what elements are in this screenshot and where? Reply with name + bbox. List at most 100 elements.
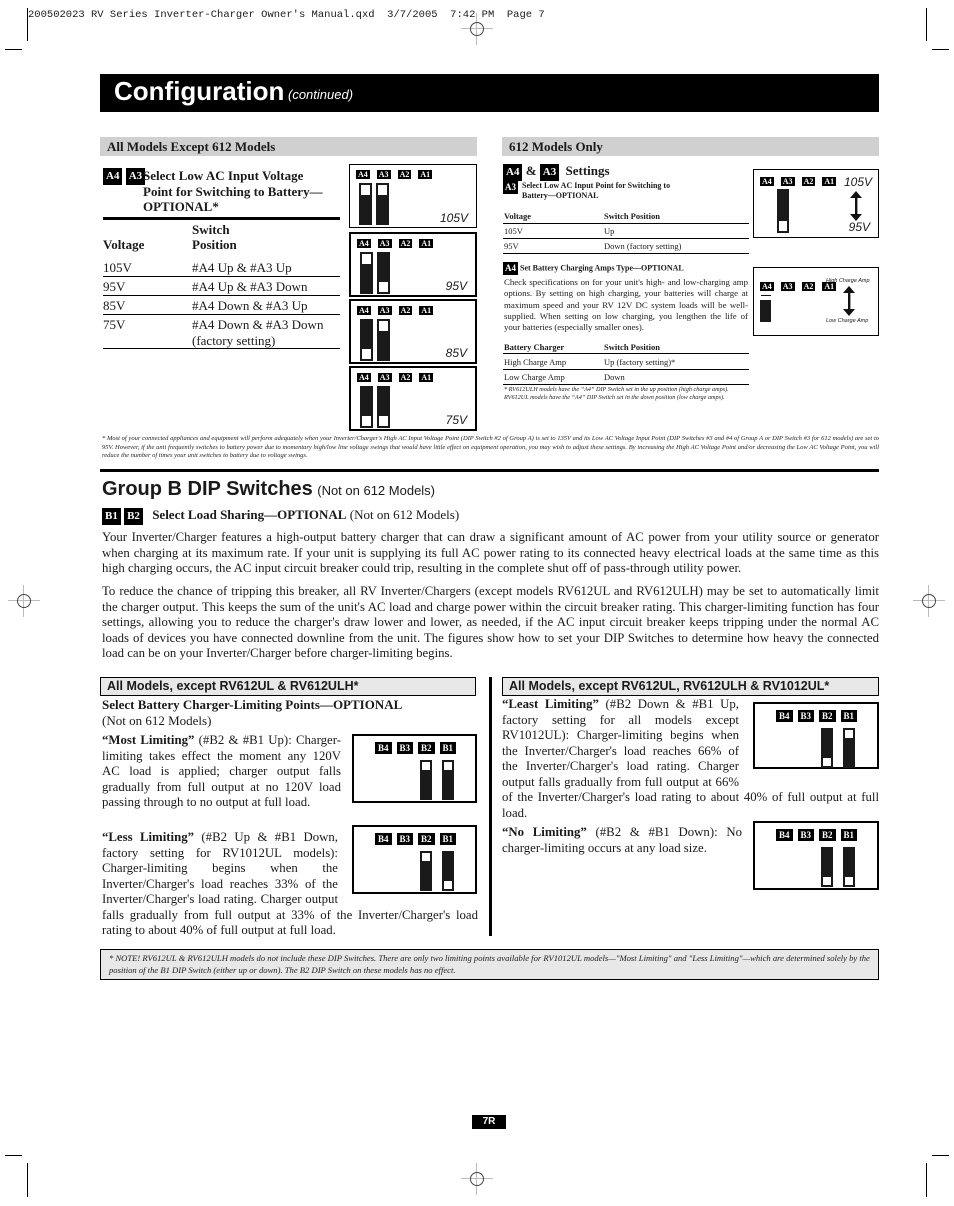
dip-label: A4 [357,373,371,382]
dip-label: A1 [822,177,837,186]
page-banner: Configuration (continued) [100,74,879,112]
voltage-label: 95V [445,279,467,293]
cell-position: #A4 Up & #A3 Up [192,260,292,275]
a3-heading-line: Select Low AC Input Point for Switching … [522,181,671,190]
row-rule [503,223,749,224]
dip-labels: B4 B3 B2 B1 [375,833,461,845]
crop-mark [926,8,927,41]
dip-diagram-least-limiting: B4 B3 B2 B1 [753,702,879,769]
switch-knob [421,852,431,862]
cell-voltage: 95V [103,279,126,294]
most-limiting-text: “Most Limiting” (#B2 & #B1 Up): Charger-… [102,733,341,811]
switch-knob [361,348,372,360]
t2-cell: Up (factory setting)* [604,357,676,367]
registration-mark-icon [461,13,493,45]
crop-mark [27,1163,28,1197]
voltage-label: 85V [445,346,467,360]
dip-label: A4 [760,177,774,186]
group-b-title: Group B DIP Switches (Not on 612 Models) [102,478,435,501]
heading-line: Point for Switching to Battery— [143,183,323,199]
dip-switch-a4 [360,386,373,428]
switch-knob [377,184,388,196]
cell-position: #A4 Up & #A3 Down [192,279,308,294]
dip-switch-b1 [442,851,454,891]
table-row: #A4 Down & #A3 Up [192,298,308,314]
dip-switch-b1 [843,728,855,768]
col-header-switch-1: Switch [192,222,230,237]
row-rule [103,295,340,296]
dip-switch-b2 [420,851,432,891]
dip-label: A4 [357,239,371,248]
a3-heading-line: Battery—OPTIONAL [522,191,599,200]
table-row: #A4 Up & #A3 Down [192,279,308,295]
row-rule [503,353,749,354]
section-bar-all-models: All Models Except 612 Models [100,137,477,156]
dip-label: B3 [797,710,815,722]
dip-diagram-75v: A4 A3 A2 A1 75V [349,366,477,431]
voltage-label: 75V [445,413,467,427]
switch-knob [443,761,453,771]
dip-tag-a3: A3 [539,163,560,181]
dip-tag-b2: B2 [124,507,143,525]
dip-diagram-95v: A4 A3 A2 A1 95V [349,232,477,297]
dip-label: A1 [419,373,434,382]
no-limiting-title: “No Limiting” [502,825,587,839]
footnote-voltage: * Most of your connected appliances and … [102,435,879,460]
group-b-paragraph-1: Your Inverter/Charger features a high-ou… [102,530,879,575]
table-row: 95V [103,279,125,295]
dip-labels: B4 B3 B2 B1 [776,829,862,841]
dip-label: A3 [780,282,795,291]
dip-labels: A4 A3 A2 A1 [357,306,440,315]
dip-label: B4 [375,833,392,845]
row-rule [103,314,340,315]
switch-knob [844,729,854,739]
col-header-switch-2: Position [192,237,237,252]
a4-heading-text: Set Battery Charging Amps Type—OPTIONAL [520,263,684,273]
row-rule [503,238,749,239]
dip-switch-a4 [360,252,373,294]
t2-cell: Down [604,372,625,382]
switch-knob [361,415,372,427]
dip-switch-b2 [821,847,833,887]
crop-mark [932,49,949,50]
dip-label: B4 [375,742,392,754]
registration-mark-icon [461,1163,493,1195]
dip-labels: B4 B3 B2 B1 [375,742,461,754]
row-rule [503,369,749,370]
dip-label: A2 [801,282,816,291]
crop-mark [27,8,28,41]
t1-cell: Down (factory setting) [604,241,682,251]
table-row: 105V [103,260,132,276]
dip-label: B1 [840,829,858,841]
cell-position: #A4 Down & #A3 Up [192,298,308,313]
dip-label: B3 [797,829,815,841]
switch-knob [421,761,431,771]
settings-heading: A4 & A3 Settings [503,163,610,181]
table-row: 85V [103,298,125,314]
dip-labels: A4 A3 A2 A1 [760,177,843,186]
t1-cell: 95V [504,241,519,251]
section-divider [100,469,879,472]
dip-switch-a3 [777,189,789,233]
t1-cell: 105V [504,226,523,236]
dip-diagram-105v: A4 A3 A2 A1 105V [349,164,477,228]
dip-label: A3 [780,177,795,186]
dip-label: A2 [398,239,413,248]
dip-label: B2 [819,710,836,722]
dip-switch-a4 [359,183,372,225]
dip-tag-a4: A4 [503,262,518,275]
dip-switch-b2 [420,760,432,800]
cell-position: #A4 Down & #A3 Down [192,317,324,332]
row-rule [103,276,340,277]
dip-label: A4 [760,282,774,291]
dip-switch-a4 [360,319,373,361]
dip-label: B4 [776,829,793,841]
switch-knob [822,757,832,767]
load-sharing-note: (Not on 612 Models) [349,507,460,522]
switch-up-indicator [761,295,771,296]
dip-tag-a3: A3 [503,181,518,194]
switch-knob [378,415,389,427]
less-limiting-title: “Less Limiting” [102,830,195,844]
t2-cell: High Charge Amp [504,357,567,367]
cell-voltage: 75V [103,317,126,332]
